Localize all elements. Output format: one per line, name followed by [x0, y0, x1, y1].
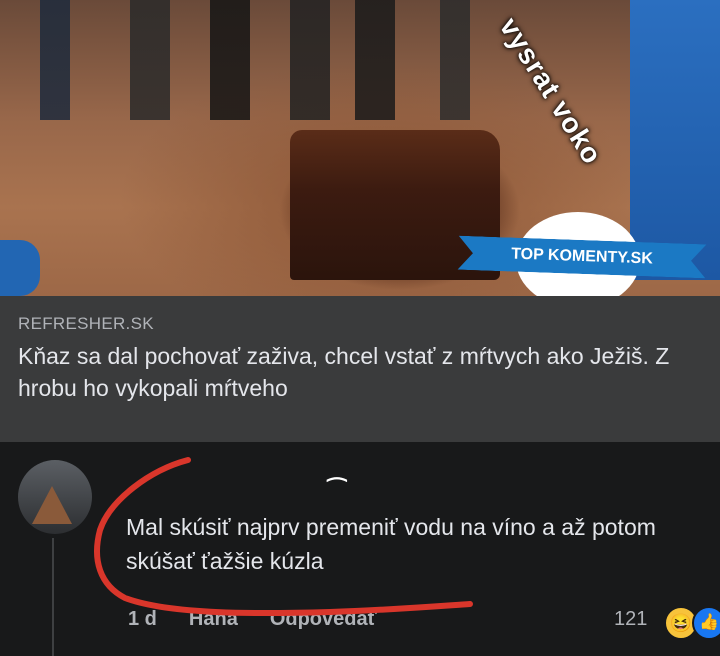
haha-reaction-button[interactable]: Haha	[189, 608, 238, 631]
like-icon: 👍	[692, 606, 720, 640]
reaction-count[interactable]: 121	[614, 608, 647, 631]
link-domain: REFRESHER.SK	[18, 314, 154, 333]
avatar[interactable]	[18, 460, 92, 534]
comment-text: Mal skúsiť najprv premeniť vodu na víno …	[126, 514, 656, 574]
link-preview-card[interactable]: REFRESHER.SK Kňaz sa dal pochovať zaživa…	[0, 296, 720, 442]
crowd-legs	[0, 0, 720, 120]
comment-timestamp[interactable]: 1 d	[128, 608, 157, 631]
link-title[interactable]: Kňaz sa dal pochovať zaživa, chcel vstať…	[18, 340, 698, 404]
post-photo[interactable]: vysrat voko TOP KOMENTY.SK	[0, 0, 720, 296]
comment-bubble: Mal skúsiť najprv premeniť vodu na víno …	[110, 490, 706, 594]
worker-figure	[630, 0, 720, 280]
comment-actions: 1 d Haha Odpovedať	[128, 608, 377, 631]
reply-button[interactable]: Odpovedať	[270, 608, 377, 631]
blue-object	[0, 240, 40, 296]
thread-line	[52, 538, 54, 656]
grave-pit	[290, 130, 500, 280]
